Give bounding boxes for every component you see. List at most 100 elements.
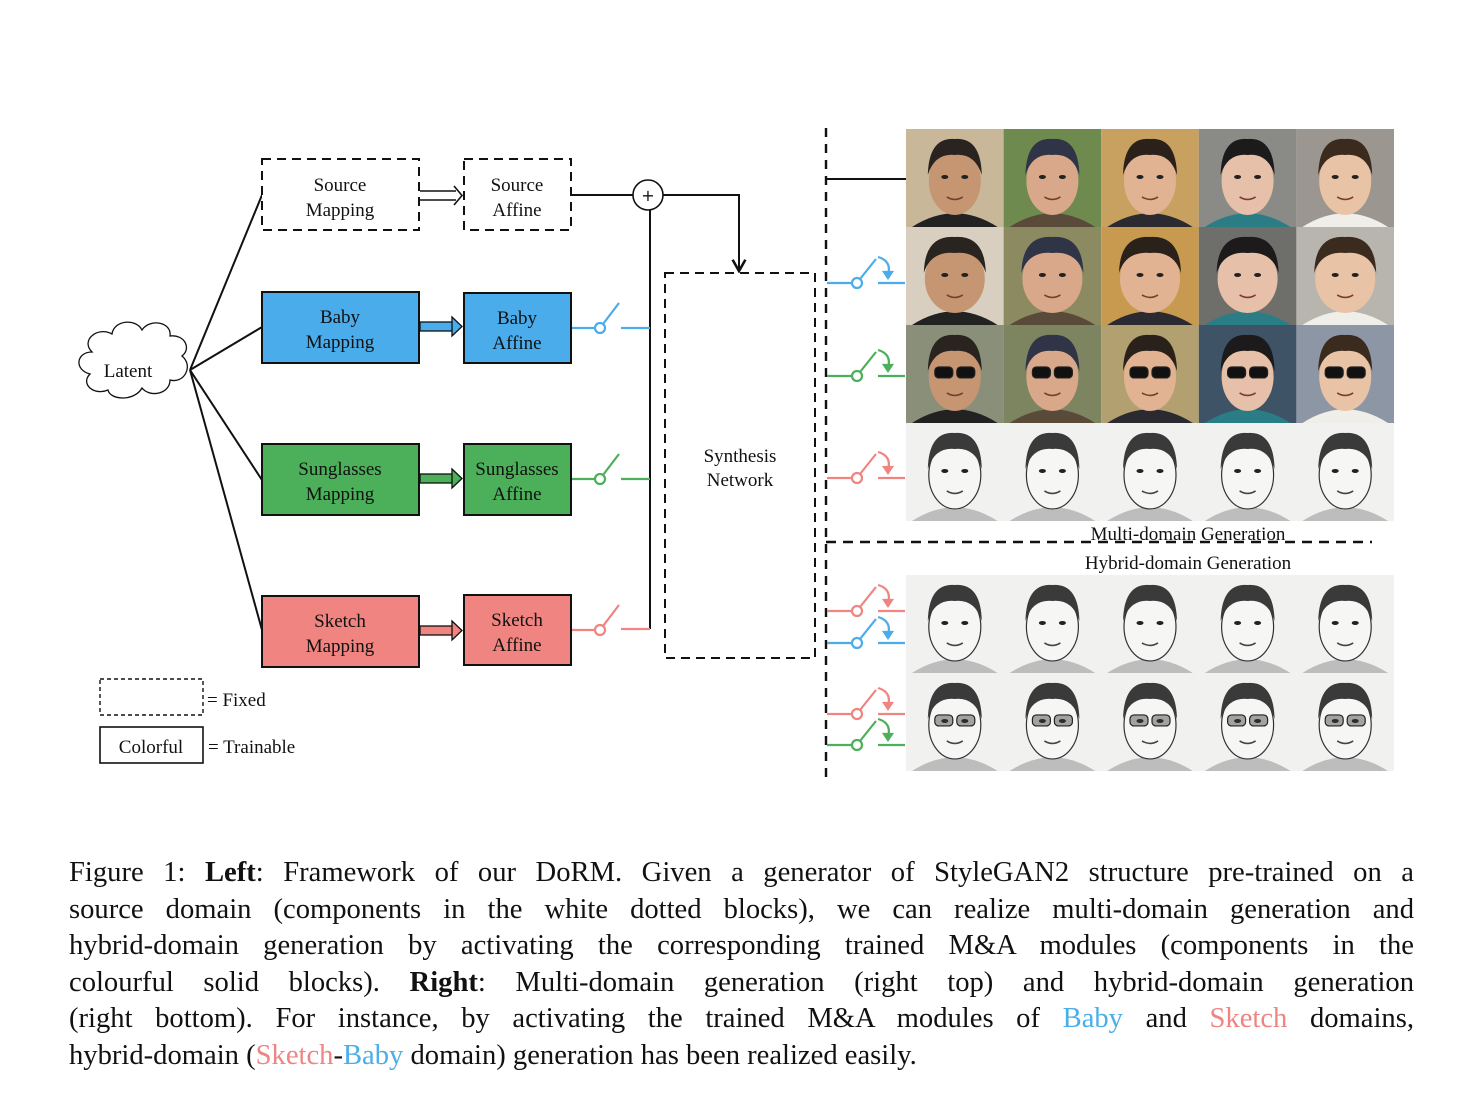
caption-text: colourful solid blocks). bbox=[69, 966, 410, 998]
generated-face-image bbox=[1003, 129, 1102, 227]
generated-face-image bbox=[1101, 129, 1199, 227]
sunglasses-switch[interactable] bbox=[572, 453, 650, 486]
generated-face-image bbox=[906, 129, 1004, 227]
svg-text:Affine: Affine bbox=[492, 635, 541, 656]
sunglasses-arrow bbox=[419, 467, 463, 490]
generated-face-image bbox=[1003, 673, 1102, 771]
caption-bold: Left bbox=[204, 857, 256, 888]
caption-text: : Multi-domain generation (right top) an… bbox=[477, 966, 1414, 998]
caption-text: - bbox=[333, 1039, 343, 1071]
closed-switch-icon bbox=[827, 348, 905, 383]
sketch-switch[interactable] bbox=[572, 604, 650, 637]
svg-text:Source: Source bbox=[491, 175, 544, 196]
generated-face-image bbox=[906, 325, 1004, 423]
generated-face-image bbox=[1198, 673, 1297, 771]
generated-face-image bbox=[906, 673, 1004, 771]
closed-switch-icon bbox=[827, 615, 905, 650]
generated-face-image bbox=[1101, 227, 1199, 325]
generated-face-image bbox=[1198, 129, 1297, 227]
hybrid-domain-title: Hybrid-domain Generation bbox=[1085, 553, 1292, 574]
svg-text:Baby: Baby bbox=[320, 307, 361, 328]
svg-text:Mapping: Mapping bbox=[306, 332, 375, 353]
caption-line: (right bottom). For instance, by activat… bbox=[69, 1001, 1414, 1038]
svg-text:Affine: Affine bbox=[492, 333, 541, 354]
latent-connectors bbox=[189, 194, 263, 631]
generated-face-image bbox=[906, 227, 1004, 325]
legend-fixed-label: = Fixed bbox=[207, 690, 266, 711]
legend-fixed-swatch bbox=[99, 678, 204, 716]
caption-sketch-word: Sketch bbox=[1209, 1003, 1288, 1035]
generated-face-image bbox=[1003, 325, 1102, 423]
svg-text:Sunglasses: Sunglasses bbox=[475, 459, 558, 480]
sunglasses-mapping-block: Sunglasses Mapping bbox=[261, 443, 420, 516]
generated-face-image bbox=[1296, 575, 1394, 673]
generated-face-image bbox=[1198, 575, 1297, 673]
sketch-arrow bbox=[419, 619, 463, 642]
svg-text:Sunglasses: Sunglasses bbox=[298, 459, 381, 480]
caption-text: hybrid-domain ( bbox=[69, 1039, 256, 1071]
legend-trainable-label: = Trainable bbox=[208, 737, 295, 758]
generated-face-image bbox=[1198, 423, 1297, 521]
generated-face-image bbox=[906, 575, 1004, 673]
sketch-mapping-block: Sketch Mapping bbox=[261, 595, 420, 668]
closed-switch-icon bbox=[827, 583, 905, 618]
plus-symbol: + bbox=[641, 186, 654, 205]
baby-switch[interactable] bbox=[572, 302, 650, 335]
generated-face-image bbox=[1003, 575, 1102, 673]
caption-text: and bbox=[1122, 1003, 1210, 1035]
sum-node: + bbox=[632, 179, 664, 211]
multi-domain-grid bbox=[906, 129, 1394, 521]
svg-text:Mapping: Mapping bbox=[306, 484, 375, 505]
latent-label: Latent bbox=[104, 361, 153, 382]
latent-cloud: Latent bbox=[78, 321, 188, 399]
multi-domain-title: Multi-domain Generation bbox=[1091, 524, 1286, 545]
closed-switch-icon bbox=[827, 255, 905, 290]
caption-text: hybrid-domain generation by activating t… bbox=[69, 930, 1414, 962]
closed-switch-icon bbox=[827, 686, 905, 721]
generated-face-image bbox=[1101, 575, 1199, 673]
legend-trainable-box-label: Colorful bbox=[119, 737, 183, 758]
sunglasses-affine-block: Sunglasses Affine bbox=[463, 443, 572, 516]
generated-face-image bbox=[1101, 673, 1199, 771]
figure-caption: Figure 1: Left: Framework of our DoRM. G… bbox=[69, 855, 1414, 1075]
generated-face-image bbox=[1296, 129, 1394, 227]
caption-text: : Framework of our DoRM. Given a generat… bbox=[255, 857, 1414, 888]
source-arrow bbox=[420, 185, 464, 206]
svg-text:Sketch: Sketch bbox=[491, 610, 543, 631]
caption-line: hybrid-domain (Sketch-Baby domain) gener… bbox=[69, 1038, 1414, 1075]
hybrid-domain-grid bbox=[906, 575, 1394, 771]
svg-text:Network: Network bbox=[707, 470, 774, 491]
svg-text:Mapping: Mapping bbox=[306, 200, 375, 221]
svg-text:Baby: Baby bbox=[497, 308, 538, 329]
closed-switch-icon bbox=[827, 717, 905, 752]
generated-face-image bbox=[1198, 227, 1297, 325]
baby-affine-block: Baby Affine bbox=[463, 292, 572, 364]
to-synthesis-arrow bbox=[663, 194, 747, 274]
generated-face-image bbox=[1296, 325, 1394, 423]
generated-face-image bbox=[1296, 227, 1394, 325]
generated-face-image bbox=[1296, 673, 1394, 771]
generated-face-image bbox=[1101, 325, 1199, 423]
generated-face-image bbox=[906, 423, 1004, 521]
generated-face-image bbox=[1003, 227, 1102, 325]
baby-arrow bbox=[419, 315, 463, 338]
caption-sketch-word: Sketch bbox=[255, 1039, 334, 1071]
legend: = Fixed Colorful = Trainable bbox=[99, 678, 295, 764]
caption-line: hybrid-domain generation by activating t… bbox=[69, 928, 1414, 965]
svg-text:Source: Source bbox=[314, 175, 367, 196]
synthesis-network-block: Synthesis Network bbox=[664, 272, 816, 659]
sketch-affine-block: Sketch Affine bbox=[463, 594, 572, 666]
generated-face-image bbox=[1003, 423, 1102, 521]
caption-baby-word: Baby bbox=[342, 1039, 404, 1071]
svg-text:Synthesis: Synthesis bbox=[704, 446, 777, 467]
svg-text:Sketch: Sketch bbox=[314, 611, 366, 632]
source-mapping-block: Source Mapping bbox=[261, 158, 420, 231]
baby-mapping-block: Baby Mapping bbox=[261, 291, 420, 364]
caption-text: domain) generation has been realized eas… bbox=[403, 1039, 917, 1071]
caption-line: Figure 1: Left: Framework of our DoRM. G… bbox=[69, 855, 1414, 892]
caption-bold: Right bbox=[409, 966, 478, 998]
svg-text:Affine: Affine bbox=[492, 200, 541, 221]
caption-text: source domain (components in the white d… bbox=[69, 893, 1414, 925]
generated-face-image bbox=[1198, 325, 1297, 423]
caption-line: colourful solid blocks). Right: Multi-do… bbox=[69, 965, 1414, 1002]
